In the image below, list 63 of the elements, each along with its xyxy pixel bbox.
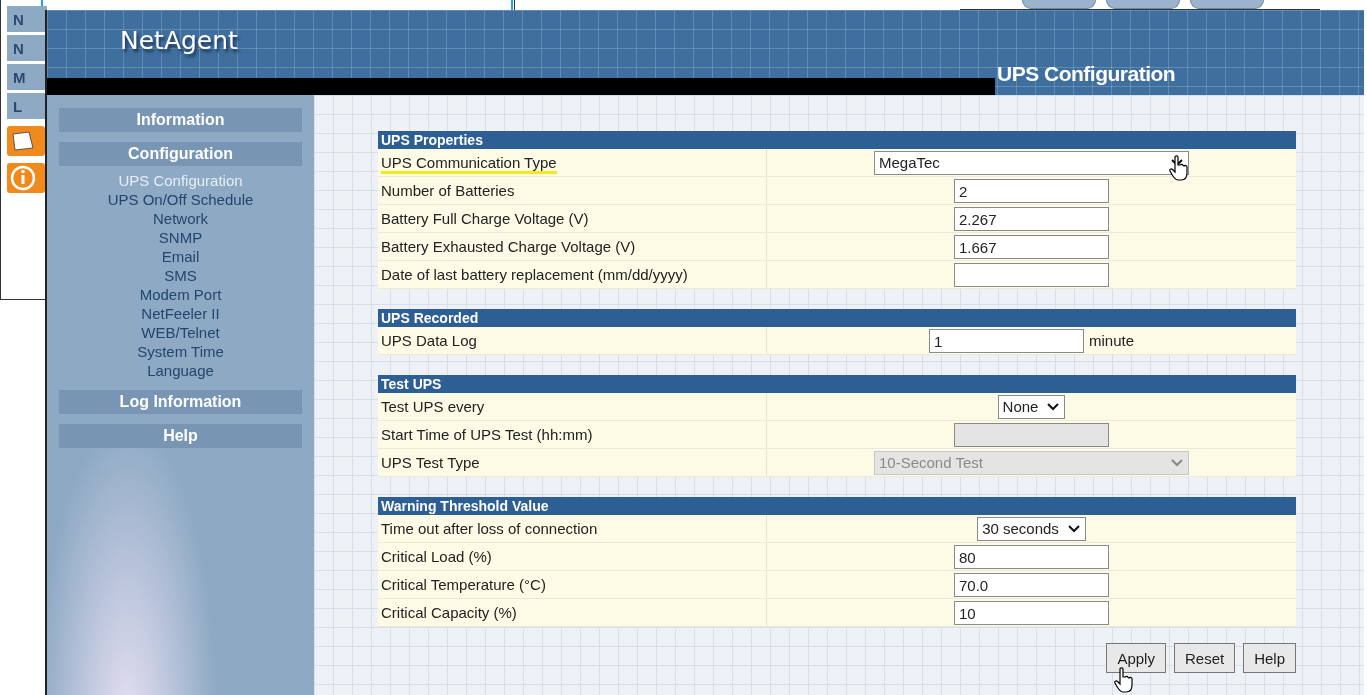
menu-item[interactable]: N [7,6,47,32]
field-label: Battery Full Charge Voltage (V) [381,210,589,229]
field-label: Start Time of UPS Test (hh:mm) [381,426,593,445]
menu-heading[interactable]: Help [59,424,302,448]
chevron-icon [1046,401,1061,412]
field-label: Test UPS every [381,398,485,417]
menu-link[interactable]: UPS Configuration [118,171,243,190]
menu-item[interactable]: L [7,93,47,119]
page-title: UPS Configuration [996,62,1176,87]
menu-heading[interactable]: Configuration [59,142,302,166]
text-field[interactable]: 1 [929,328,1084,353]
text-field[interactable]: 2.267 [954,206,1109,231]
field-label: UPS Test Type [381,454,480,473]
toolbar-tab[interactable] [1022,0,1096,9]
field-label: Number of Batteries [381,182,515,201]
text-field[interactable]: 2 [954,178,1109,203]
menu-item[interactable]: M [7,64,47,90]
unit-label: minute [1089,332,1134,349]
menu-link[interactable]: System Time [137,342,224,361]
form-button[interactable]: Help [1243,643,1296,673]
chevron-icon [1170,457,1184,468]
menu-heading[interactable]: Information [59,108,302,132]
info-icon[interactable] [7,163,45,193]
field-label: Critical Capacity (%) [381,604,517,623]
dropdown[interactable]: None [997,394,1066,419]
menu-item[interactable]: N [7,35,47,61]
section-header: UPS Properties [378,131,1296,149]
text-field[interactable]: 10 [954,600,1109,625]
hand-cursor-icon [1169,155,1189,181]
form-button[interactable]: Apply [1106,643,1166,673]
hand-cursor-icon [1114,667,1134,693]
menu-link[interactable]: WEB/Telnet [141,323,220,342]
field-label: Date of last battery replacement (mm/dd/yyyy) [381,266,688,285]
menu-link[interactable]: UPS On/Off Schedule [107,190,254,209]
field-label: Time out after loss of connection [381,520,598,539]
text-field[interactable]: 80 [954,544,1109,569]
field-label: UPS Data Log [381,332,477,351]
menu-link[interactable]: Email [161,247,200,266]
field-label: Critical Temperature (°C) [381,576,546,595]
toolbar-tab[interactable] [1190,0,1264,9]
chevron-icon [1066,523,1081,534]
section-header: Warning Threshold Value [378,497,1296,515]
menu-link[interactable]: SNMP [158,228,203,247]
logo: NetAgent [119,25,239,55]
text-field[interactable] [954,262,1109,287]
dropdown[interactable]: MegaTec [874,150,1189,175]
menu-link[interactable]: SMS [164,266,197,285]
menu-link[interactable]: Network [153,209,208,228]
menu-link[interactable]: Modem Port [139,285,222,304]
dropdown[interactable]: 30 seconds [977,516,1086,541]
menu-heading[interactable]: Log Information [59,390,302,414]
document-icon[interactable] [7,126,45,156]
menu-link[interactable]: Language [147,361,214,380]
field-label: Battery Exhausted Charge Voltage (V) [381,238,636,257]
field-label: UPS Communication Type [381,154,557,174]
text-field[interactable]: 1.667 [954,234,1109,259]
section-header: Test UPS [378,375,1296,393]
form-button[interactable]: Reset [1173,643,1236,673]
field-label: Critical Load (%) [381,548,492,567]
section-header: UPS Recorded [378,309,1296,327]
text-field[interactable]: 70.0 [954,572,1109,597]
toolbar-tab[interactable] [1106,0,1180,9]
menu-link[interactable]: NetFeeler II [141,304,220,323]
